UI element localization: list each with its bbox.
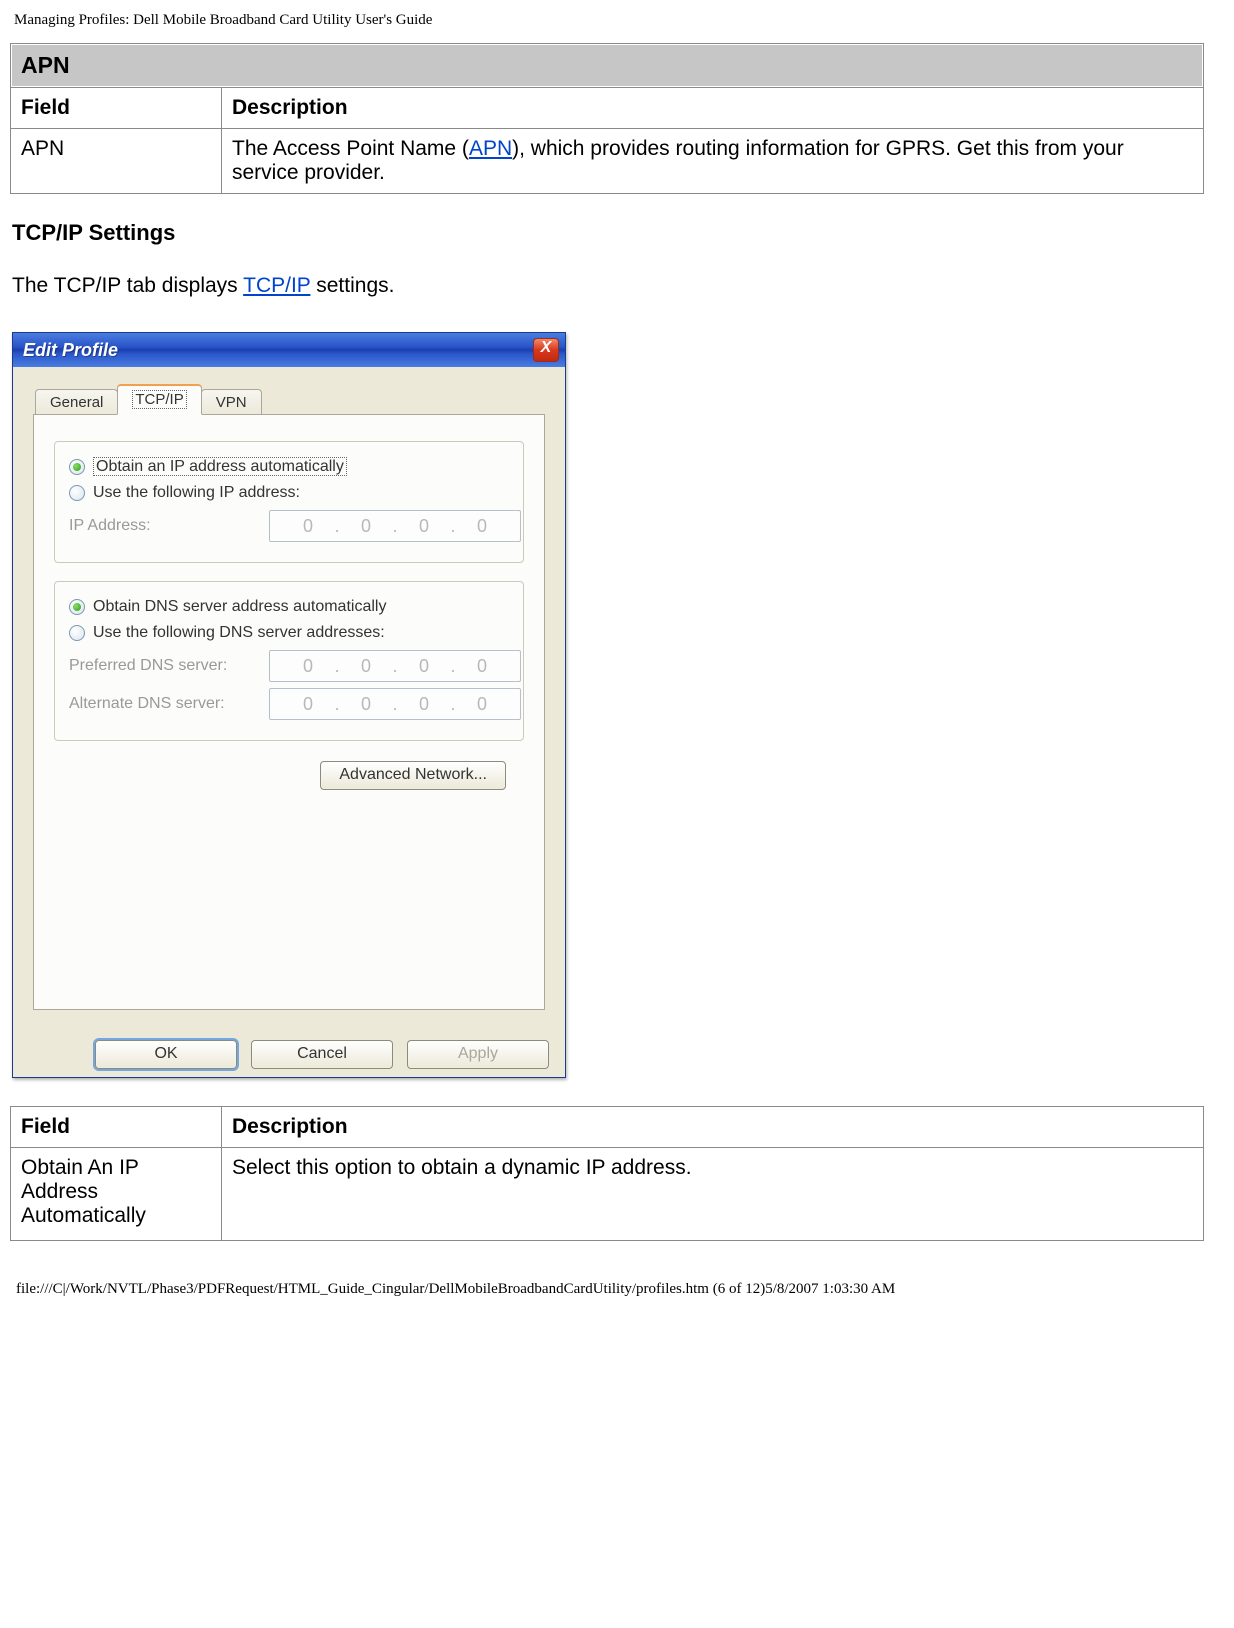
tcpip-table: Field Description Obtain An IP Address A… xyxy=(10,1106,1204,1241)
close-button[interactable]: X xyxy=(533,338,559,362)
ip-oct-4: 0 xyxy=(458,694,506,715)
page-header: Managing Profiles: Dell Mobile Broadband… xyxy=(10,10,1204,43)
tab-strip: General TCP/IP VPN xyxy=(35,383,545,414)
radio-use-ip-label: Use the following IP address: xyxy=(93,484,300,502)
dialog-titlebar[interactable]: Edit Profile X xyxy=(13,333,565,367)
ip-oct-1: 0 xyxy=(284,516,332,537)
ip-oct-1: 0 xyxy=(284,656,332,677)
radio-obtain-ip-label: Obtain an IP address automatically xyxy=(93,457,347,476)
tab-tcpip-label: TCP/IP xyxy=(132,390,186,409)
apn-table: APN Field Description APN The Access Poi… xyxy=(10,43,1204,194)
ip-dot: . xyxy=(448,656,458,677)
ip-dot: . xyxy=(390,656,400,677)
ip-address-row: IP Address: 0 . 0 . 0 . 0 xyxy=(69,510,513,542)
ip-oct-4: 0 xyxy=(458,516,506,537)
tcpip-tab-panel: Obtain an IP address automatically Use t… xyxy=(33,414,545,1010)
ip-dot: . xyxy=(332,516,342,537)
tcpip-intro-pre: The TCP/IP tab displays xyxy=(12,274,243,297)
radio-use-dns[interactable]: Use the following DNS server addresses: xyxy=(69,624,513,642)
radio-obtain-dns[interactable]: Obtain DNS server address automatically xyxy=(69,598,513,616)
radio-obtain-dns-label: Obtain DNS server address automatically xyxy=(93,598,386,616)
tab-tcpip[interactable]: TCP/IP xyxy=(117,384,201,415)
tcpip-col-description: Description xyxy=(222,1107,1204,1148)
ip-oct-4: 0 xyxy=(458,656,506,677)
ip-oct-1: 0 xyxy=(284,694,332,715)
ip-dot: . xyxy=(390,516,400,537)
radio-use-dns-indicator xyxy=(69,625,85,641)
tcpip-col-field: Field xyxy=(11,1107,222,1148)
apn-section-header: APN xyxy=(11,44,1204,88)
page-footer: file:///C|/Work/NVTL/Phase3/PDFRequest/H… xyxy=(10,1241,1204,1298)
cancel-button[interactable]: Cancel xyxy=(251,1040,393,1069)
dialog-button-row: OK Cancel Apply xyxy=(13,1026,565,1077)
preferred-dns-row: Preferred DNS server: 0 . 0 . 0 . 0 xyxy=(69,650,513,682)
ip-address-label: IP Address: xyxy=(69,517,269,535)
edit-profile-dialog: Edit Profile X General TCP/IP VPN Obtain… xyxy=(12,332,566,1078)
ip-oct-3: 0 xyxy=(400,694,448,715)
tcpip-settings-heading: TCP/IP Settings xyxy=(12,220,1204,246)
ip-oct-2: 0 xyxy=(342,656,390,677)
advanced-network-button[interactable]: Advanced Network... xyxy=(320,761,506,790)
ip-oct-2: 0 xyxy=(342,516,390,537)
preferred-dns-input[interactable]: 0 . 0 . 0 . 0 xyxy=(269,650,521,682)
ip-dot: . xyxy=(332,694,342,715)
apply-button[interactable]: Apply xyxy=(407,1040,549,1069)
preferred-dns-label: Preferred DNS server: xyxy=(69,657,269,675)
apn-desc-pre: The Access Point Name ( xyxy=(232,137,469,160)
dns-groupbox: Obtain DNS server address automatically … xyxy=(54,581,524,741)
ip-dot: . xyxy=(448,516,458,537)
dialog-title-text: Edit Profile xyxy=(23,340,533,361)
radio-obtain-dns-indicator xyxy=(69,599,85,615)
ip-address-input[interactable]: 0 . 0 . 0 . 0 xyxy=(269,510,521,542)
tcpip-link[interactable]: TCP/IP xyxy=(243,274,310,297)
ip-dot: . xyxy=(390,694,400,715)
apn-col-description: Description xyxy=(222,88,1204,129)
tcpip-row1-field: Obtain An IP Address Automatically xyxy=(11,1148,222,1241)
alternate-dns-label: Alternate DNS server: xyxy=(69,695,269,713)
radio-use-ip-indicator xyxy=(69,485,85,501)
ip-dot: . xyxy=(332,656,342,677)
apn-row-description: The Access Point Name (APN), which provi… xyxy=(222,129,1204,194)
ok-button[interactable]: OK xyxy=(95,1040,237,1069)
radio-use-dns-label: Use the following DNS server addresses: xyxy=(93,624,385,642)
ip-oct-3: 0 xyxy=(400,656,448,677)
ip-groupbox: Obtain an IP address automatically Use t… xyxy=(54,441,524,563)
ip-oct-3: 0 xyxy=(400,516,448,537)
ip-oct-2: 0 xyxy=(342,694,390,715)
radio-obtain-ip[interactable]: Obtain an IP address automatically xyxy=(69,458,513,476)
tab-vpn[interactable]: VPN xyxy=(201,389,262,416)
apn-col-field: Field xyxy=(11,88,222,129)
tcpip-intro-post: settings. xyxy=(310,274,394,297)
ip-dot: . xyxy=(448,694,458,715)
tab-general[interactable]: General xyxy=(35,389,118,416)
alternate-dns-row: Alternate DNS server: 0 . 0 . 0 . 0 xyxy=(69,688,513,720)
tcpip-intro-line: The TCP/IP tab displays TCP/IP settings. xyxy=(12,274,1204,298)
radio-use-ip[interactable]: Use the following IP address: xyxy=(69,484,513,502)
alternate-dns-input[interactable]: 0 . 0 . 0 . 0 xyxy=(269,688,521,720)
apn-link[interactable]: APN xyxy=(469,137,512,160)
apn-row-field: APN xyxy=(11,129,222,194)
tcpip-row1-description: Select this option to obtain a dynamic I… xyxy=(222,1148,1204,1241)
radio-obtain-ip-indicator xyxy=(69,459,85,475)
